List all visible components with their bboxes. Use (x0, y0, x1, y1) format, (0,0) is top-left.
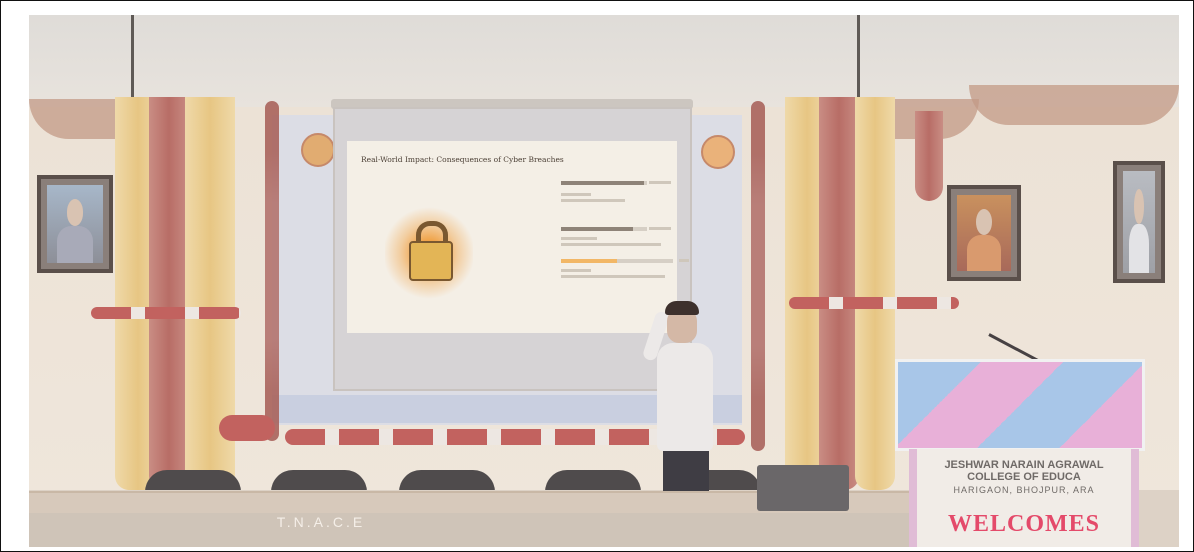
chair (545, 470, 641, 492)
padlock-icon (409, 241, 453, 281)
flower-decoration (895, 359, 1145, 451)
slide-text-line (561, 193, 591, 196)
curtain-red (819, 97, 859, 490)
progress-bar-value (649, 181, 671, 184)
curtain-valance (969, 85, 1179, 125)
progress-bar (561, 259, 673, 263)
portrait-image (1123, 171, 1155, 273)
chair (145, 470, 241, 492)
college-emblem-icon (701, 135, 735, 169)
portrait-face (66, 199, 84, 226)
college-emblem-icon (301, 133, 335, 167)
flower-garland (751, 101, 765, 451)
slide-text-line (561, 243, 661, 246)
portrait-body (966, 234, 1002, 271)
portrait-body (57, 225, 93, 263)
portrait-image (47, 185, 103, 263)
seminar-photo: Real-World Impact: Consequences of Cyber… (29, 15, 1179, 547)
presenter (641, 301, 721, 491)
portrait-frame-left (37, 175, 113, 273)
college-name: JESHWAR NARAIN AGRAWAL COLLEGE OF EDUCA (944, 459, 1104, 483)
progress-bar-value (649, 227, 671, 230)
portrait-frame-right (1113, 161, 1165, 283)
welcome-board: JESHWAR NARAIN AGRAWAL COLLEGE OF EDUCA … (909, 449, 1139, 547)
lectern: JESHWAR NARAIN AGRAWAL COLLEGE OF EDUCA … (895, 359, 1145, 547)
portrait-frame-middle-right (947, 185, 1021, 281)
portrait-face (1134, 189, 1144, 225)
flower-garland (91, 307, 241, 319)
curtain-red (915, 111, 943, 201)
flower-garland (789, 297, 959, 309)
chair (271, 470, 367, 492)
progress-bar (561, 181, 647, 185)
slide-text-line (561, 199, 625, 202)
presentation-slide: Real-World Impact: Consequences of Cyber… (347, 141, 689, 333)
stage-front (29, 513, 929, 547)
curtain-red (149, 97, 189, 490)
padlock-illustration (381, 189, 475, 309)
welcome-text: WELCOMES (947, 511, 1101, 537)
stage-label: T.N.A.C.E (276, 514, 366, 530)
slide-title: Real-World Impact: Consequences of Cyber… (361, 155, 564, 164)
slide-text-line (561, 237, 597, 240)
flower-garland (265, 101, 279, 441)
laptop (757, 465, 849, 511)
ceiling-fan-rod-left (131, 15, 134, 109)
curtain-yellow (855, 97, 895, 490)
portrait-body (1128, 224, 1150, 273)
progress-bar-fill (561, 259, 617, 263)
flower-garland (219, 415, 275, 441)
college-address: HARIGAON, BHOJPUR, ARA (953, 485, 1095, 495)
slide-text-line (561, 275, 665, 278)
progress-bar-fill (561, 181, 645, 185)
progress-bar-fill (561, 227, 634, 231)
portrait-image (957, 195, 1011, 271)
image-frame: Real-World Impact: Consequences of Cyber… (0, 0, 1194, 552)
presenter-shirt (657, 343, 713, 451)
portrait-face (975, 208, 993, 235)
slide-text-line (561, 269, 591, 272)
presenter-hair (665, 301, 699, 315)
chair (399, 470, 495, 492)
presenter-trousers (663, 451, 709, 491)
progress-bar (561, 227, 647, 231)
progress-bar-value (679, 259, 689, 262)
